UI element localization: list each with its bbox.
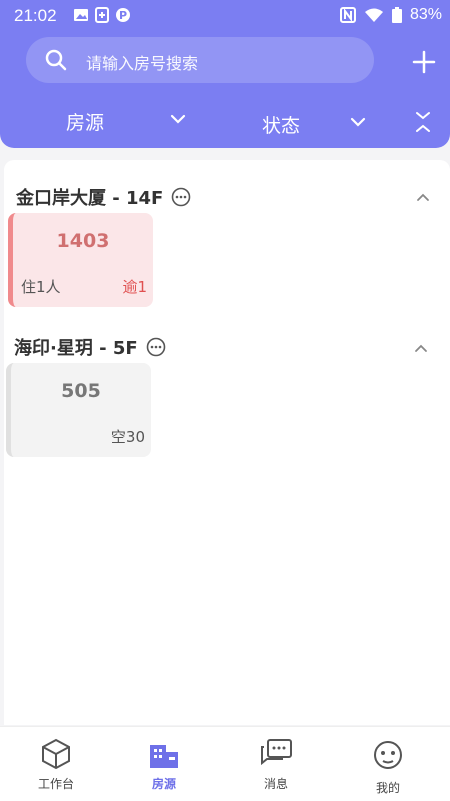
group-title: 海印·星玥 - 5F [14,338,138,359]
chevron-up-icon[interactable] [414,343,428,353]
wifi-icon [364,8,383,22]
chevron-down-icon[interactable] [350,115,366,129]
chevron-down-icon[interactable] [170,112,186,126]
nav-messages[interactable]: 消息 [220,727,332,801]
nav-listings[interactable]: 房源 [108,727,220,801]
status-time: 21:02 [14,6,57,25]
cube-icon [42,738,70,770]
nav-label: 我的 [375,781,400,795]
room-status-text: 空30 [110,428,145,446]
nav-label: 消息 [263,777,288,791]
nav-label: 工作台 [37,777,74,791]
profile-icon [374,741,402,769]
nav-workbench[interactable]: 工作台 [0,727,112,801]
header: 21:02 P 83% 请输入房号搜索 房源 状态 [0,0,450,148]
group-header[interactable]: 海印·星玥 - 5F [14,334,166,360]
nfc-icon [339,7,356,23]
room-list: 金口岸大厦 - 14F 1403 住1人 逾1 海印·星玥 - 5F 505 空… [4,160,450,725]
chevron-up-icon[interactable] [416,192,430,202]
filter-status[interactable]: 状态 [262,111,300,138]
chat-icon [261,739,292,766]
search-bar[interactable]: 请输入房号搜索 [26,37,374,83]
status-bar: 21:02 P 83% [0,0,450,34]
svg-text:P: P [119,9,127,22]
occupancy-text: 住1人 [21,278,61,296]
image-icon [74,9,88,21]
group-header[interactable]: 金口岸大厦 - 14F [16,184,191,210]
room-number: 1403 [56,230,110,252]
more-icon[interactable] [146,337,166,357]
group-title: 金口岸大厦 - 14F [16,188,164,209]
nav-profile[interactable]: 我的 [332,727,444,801]
building-icon [150,745,178,768]
room-card[interactable]: 1403 住1人 逾1 [8,213,153,307]
sim-icon [95,7,109,23]
room-number: 505 [61,380,101,402]
parking-icon: P [116,8,130,22]
more-icon[interactable] [171,187,191,207]
search-icon [45,49,67,71]
search-placeholder: 请输入房号搜索 [86,54,199,73]
room-status-text: 逾1 [122,278,147,296]
battery-level: 83% [409,6,442,23]
room-card[interactable]: 505 空30 [6,363,151,457]
nav-label: 房源 [151,777,176,791]
add-icon[interactable] [410,48,438,76]
battery-icon [391,7,402,23]
bottom-nav: 工作台 房源 消息 我的 [0,726,450,801]
collapse-all-icon[interactable] [414,110,432,134]
filter-listing[interactable]: 房源 [66,108,104,135]
